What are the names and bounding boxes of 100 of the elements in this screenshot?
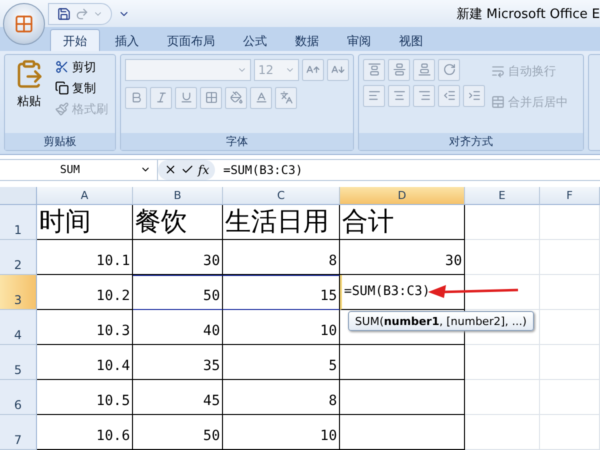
align-middle-icon bbox=[392, 63, 406, 76]
ribbon-tab[interactable]: 数据 bbox=[282, 28, 332, 51]
table-cell[interactable]: 10.4 bbox=[37, 344, 133, 380]
row-header[interactable]: 3 bbox=[0, 274, 37, 310]
paste-button[interactable]: 粘贴 bbox=[9, 58, 49, 129]
ribbon-tab[interactable]: 公式 bbox=[230, 28, 280, 51]
row-header[interactable]: 1 bbox=[0, 204, 37, 240]
border-button[interactable] bbox=[200, 86, 222, 109]
ribbon-tab[interactable]: 插入 bbox=[102, 28, 152, 51]
ribbon-tab[interactable]: 审阅 bbox=[334, 28, 384, 51]
bold-icon bbox=[130, 91, 142, 104]
row-header[interactable]: 2 bbox=[0, 240, 37, 275]
cancel-icon[interactable] bbox=[164, 163, 177, 176]
align-bottom-icon bbox=[418, 63, 430, 76]
paint-bucket-icon bbox=[230, 91, 242, 104]
align-bottom-button[interactable] bbox=[413, 58, 435, 81]
orientation-button[interactable] bbox=[438, 58, 460, 81]
underline-button[interactable] bbox=[175, 86, 197, 109]
copy-icon bbox=[55, 81, 69, 96]
group-label: 剪贴板 bbox=[5, 132, 115, 150]
row-header[interactable]: 6 bbox=[0, 380, 37, 415]
font-color-button[interactable] bbox=[250, 86, 272, 109]
table-cell[interactable]: 15 bbox=[223, 274, 340, 310]
decrease-indent-icon bbox=[442, 89, 456, 102]
italic-icon bbox=[154, 91, 168, 104]
table-cell[interactable]: 10.5 bbox=[37, 380, 133, 415]
select-all-corner[interactable] bbox=[0, 186, 37, 205]
fill-color-button[interactable] bbox=[225, 86, 247, 109]
table-cell[interactable]: 10.6 bbox=[37, 414, 133, 450]
table-cell[interactable]: 45 bbox=[133, 380, 223, 415]
empty-cell[interactable] bbox=[340, 414, 465, 450]
table-cell[interactable]: 50 bbox=[133, 274, 223, 310]
table-cell[interactable]: 30 bbox=[340, 240, 465, 275]
column-header[interactable]: B bbox=[133, 186, 223, 205]
name-box[interactable]: SUM bbox=[0, 160, 158, 180]
font-name-field[interactable] bbox=[125, 58, 252, 81]
align-top-icon bbox=[368, 63, 380, 76]
table-cell[interactable]: 8 bbox=[223, 240, 340, 275]
font-size-value: 12 bbox=[258, 62, 274, 77]
shrink-font-button[interactable] bbox=[327, 58, 349, 81]
table-cell[interactable]: 餐饮 bbox=[133, 204, 223, 240]
row-header[interactable]: 4 bbox=[0, 310, 37, 345]
table-cell[interactable]: 35 bbox=[133, 344, 223, 380]
column-header[interactable]: D bbox=[340, 186, 465, 205]
column-header[interactable]: E bbox=[465, 186, 540, 205]
table-cell[interactable]: 10.1 bbox=[37, 240, 133, 275]
increase-indent-icon bbox=[468, 89, 480, 102]
decrease-indent-button[interactable] bbox=[438, 84, 460, 107]
table-cell[interactable]: 时间 bbox=[37, 204, 133, 240]
window-title: 新建 Microsoft Office E bbox=[456, 6, 600, 23]
font-color-icon bbox=[254, 91, 268, 104]
align-center-button[interactable] bbox=[388, 84, 410, 107]
ribbon-tab[interactable]: 开始 bbox=[50, 28, 100, 51]
align-top-button[interactable] bbox=[363, 58, 385, 81]
grow-font-button[interactable] bbox=[302, 58, 324, 81]
table-cell[interactable]: 合计 bbox=[340, 204, 465, 240]
align-left-button[interactable] bbox=[363, 84, 385, 107]
table-cell[interactable]: 30 bbox=[133, 240, 223, 275]
table-cell[interactable]: 8 bbox=[223, 380, 340, 415]
table-cell[interactable]: 5 bbox=[223, 344, 340, 380]
bold-button[interactable] bbox=[125, 86, 147, 109]
column-header[interactable]: F bbox=[540, 186, 600, 205]
function-tooltip: SUM(number1, [number2], ...) bbox=[348, 310, 534, 331]
row-header[interactable]: 7 bbox=[0, 414, 37, 450]
align-left-icon bbox=[368, 89, 380, 102]
wrap-text-icon bbox=[491, 64, 505, 78]
align-center-icon bbox=[392, 89, 406, 102]
office-logo-icon bbox=[14, 14, 34, 34]
table-cell[interactable]: 10 bbox=[223, 414, 340, 450]
clipboard-command[interactable]: 复制 bbox=[55, 80, 108, 97]
clipboard-command[interactable]: 剪切 bbox=[55, 58, 108, 76]
border-icon bbox=[204, 91, 218, 104]
table-cell[interactable]: 生活日用 bbox=[223, 204, 340, 240]
merge-cells-icon bbox=[491, 95, 505, 110]
table-cell[interactable]: 50 bbox=[133, 414, 223, 450]
ribbon-tab[interactable]: 页面布局 bbox=[154, 28, 228, 51]
align-right-button[interactable] bbox=[413, 84, 435, 107]
align-middle-button[interactable] bbox=[388, 58, 410, 81]
phonetic-button[interactable] bbox=[275, 86, 297, 109]
phonetic-icon bbox=[280, 91, 292, 104]
table-cell[interactable]: 10 bbox=[223, 310, 340, 345]
table-cell[interactable]: 40 bbox=[133, 310, 223, 345]
insert-function-button[interactable]: fx bbox=[198, 162, 210, 177]
ribbon-tab[interactable]: 视图 bbox=[386, 28, 436, 51]
column-header[interactable]: A bbox=[37, 186, 133, 205]
align-right-icon bbox=[418, 89, 430, 102]
save-icon[interactable] bbox=[57, 6, 71, 21]
increase-indent-button[interactable] bbox=[463, 84, 485, 107]
column-header[interactable]: C bbox=[223, 186, 340, 205]
underline-icon bbox=[180, 91, 192, 104]
scissors-icon bbox=[55, 60, 69, 74]
empty-cell[interactable] bbox=[340, 380, 465, 415]
group-label: 字体 bbox=[121, 132, 353, 150]
table-cell[interactable]: 10.2 bbox=[37, 274, 133, 310]
empty-cell[interactable] bbox=[340, 344, 465, 380]
formula-text[interactable]: =SUM(B3:C3) bbox=[215, 162, 303, 177]
rotate-icon bbox=[442, 63, 456, 76]
italic-button[interactable] bbox=[150, 86, 172, 109]
row-header[interactable]: 5 bbox=[0, 344, 37, 380]
table-cell[interactable]: 10.3 bbox=[37, 310, 133, 345]
